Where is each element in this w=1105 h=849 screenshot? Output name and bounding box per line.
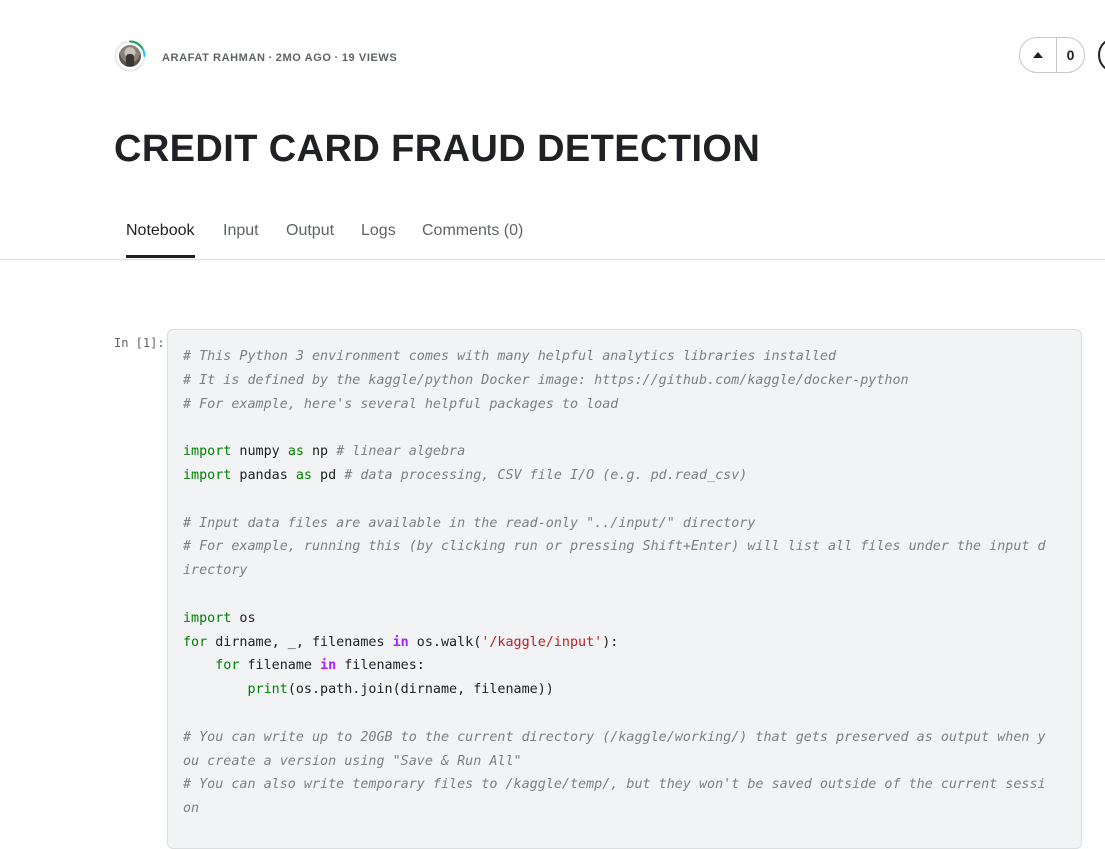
code-line: import pandas as pd # data processing, C…	[183, 464, 1068, 488]
post-age: 2MO AGO	[275, 52, 332, 64]
code-line: # It is defined by the kaggle/python Doc…	[183, 369, 1068, 393]
code-token: import	[183, 467, 232, 483]
code-line: for dirname, _, filenames in os.walk('/k…	[183, 631, 1068, 655]
code-token: # For example, here's several helpful pa…	[183, 396, 619, 412]
code-line: # Input data files are available in the …	[183, 512, 1068, 536]
code-line: # For example, running this (by clicking…	[183, 535, 1068, 559]
author-meta: ARAFAT RAHMAN · 2MO AGO · 19 VIEWS	[162, 52, 397, 64]
code-token: irectory	[183, 563, 248, 579]
code-line: irectory	[183, 559, 1068, 583]
code-cell[interactable]: # This Python 3 environment comes with m…	[167, 329, 1082, 849]
triangle-up-icon	[1033, 52, 1043, 58]
code-token: # linear algebra	[336, 444, 466, 460]
code-token: # For example, running this (by clicking…	[183, 539, 1046, 555]
author-name[interactable]: ARAFAT RAHMAN	[162, 52, 266, 64]
code-token: import	[183, 444, 232, 460]
code-token: os	[231, 610, 256, 626]
code-line: # You can write up to 20GB to the curren…	[183, 726, 1068, 750]
meta-separator: ·	[334, 52, 339, 64]
tab-output[interactable]: Output	[286, 222, 334, 257]
code-token: dirname, _, filenames	[207, 634, 393, 650]
cell-prompt: In [1]:	[114, 336, 165, 350]
tab-logs[interactable]: Logs	[361, 222, 396, 257]
tab-bar: Notebook Input Output Logs Comments (0)	[0, 222, 1105, 260]
tab-comments[interactable]: Comments (0)	[422, 222, 523, 257]
code-token: in	[392, 634, 409, 650]
code-token: filenames:	[336, 658, 425, 674]
code-token: pd	[312, 467, 345, 483]
code-token: as	[295, 467, 312, 483]
code-token: in	[320, 658, 337, 674]
avatar-image	[119, 45, 141, 67]
code-line: ou create a version using "Save & Run Al…	[183, 750, 1068, 774]
code-token: print	[247, 682, 288, 698]
upvote-button[interactable]	[1020, 38, 1057, 72]
code-token: ):	[602, 634, 619, 650]
code-line: import os	[183, 607, 1068, 631]
code-token: # Input data files are available in the …	[183, 515, 756, 531]
code-token: np	[303, 444, 337, 460]
code-line: # You can also write temporary files to …	[183, 773, 1068, 797]
code-line: print(os.path.join(dirname, filename))	[183, 678, 1068, 702]
code-token: for	[183, 634, 208, 650]
vote-count: 0	[1066, 47, 1075, 63]
code-line: import numpy as np # linear algebra	[183, 440, 1068, 464]
code-token: # You can write up to 20GB to the curren…	[183, 729, 1046, 745]
code-token: on	[183, 801, 200, 817]
more-options-button[interactable]	[1098, 37, 1105, 73]
code-token: (os.path.join(dirname, filename))	[287, 682, 554, 698]
code-token: for	[215, 658, 240, 674]
code-token: as	[287, 444, 304, 460]
code-token: # It is defined by the kaggle/python Doc…	[183, 372, 909, 388]
meta-separator: ·	[268, 52, 273, 64]
vote-control: 0	[1019, 37, 1085, 73]
code-block[interactable]: # This Python 3 environment comes with m…	[183, 345, 1068, 821]
code-token: numpy	[231, 444, 288, 460]
code-line: on	[183, 797, 1068, 821]
code-token: import	[183, 610, 232, 626]
code-token: # data processing, CSV file I/O (e.g. pd…	[344, 467, 748, 483]
code-token: '/kaggle/input'	[481, 634, 603, 650]
view-count: 19 VIEWS	[341, 52, 398, 64]
page-title: CREDIT CARD FRAUD DETECTION	[114, 128, 761, 170]
code-token: # You can also write temporary files to …	[183, 777, 1046, 793]
code-line: # This Python 3 environment comes with m…	[183, 345, 1068, 369]
avatar[interactable]	[114, 40, 146, 72]
tab-notebook[interactable]: Notebook	[126, 222, 195, 258]
code-token: pandas	[231, 467, 296, 483]
code-line: # For example, here's several helpful pa…	[183, 393, 1068, 417]
code-token: # This Python 3 environment comes with m…	[183, 349, 837, 364]
code-token: ou create a version using "Save & Run Al…	[183, 753, 522, 769]
tab-input[interactable]: Input	[223, 222, 259, 257]
code-token: filename	[239, 658, 321, 674]
code-line: for filename in filenames:	[183, 654, 1068, 678]
code-token: os.walk(	[408, 634, 482, 650]
